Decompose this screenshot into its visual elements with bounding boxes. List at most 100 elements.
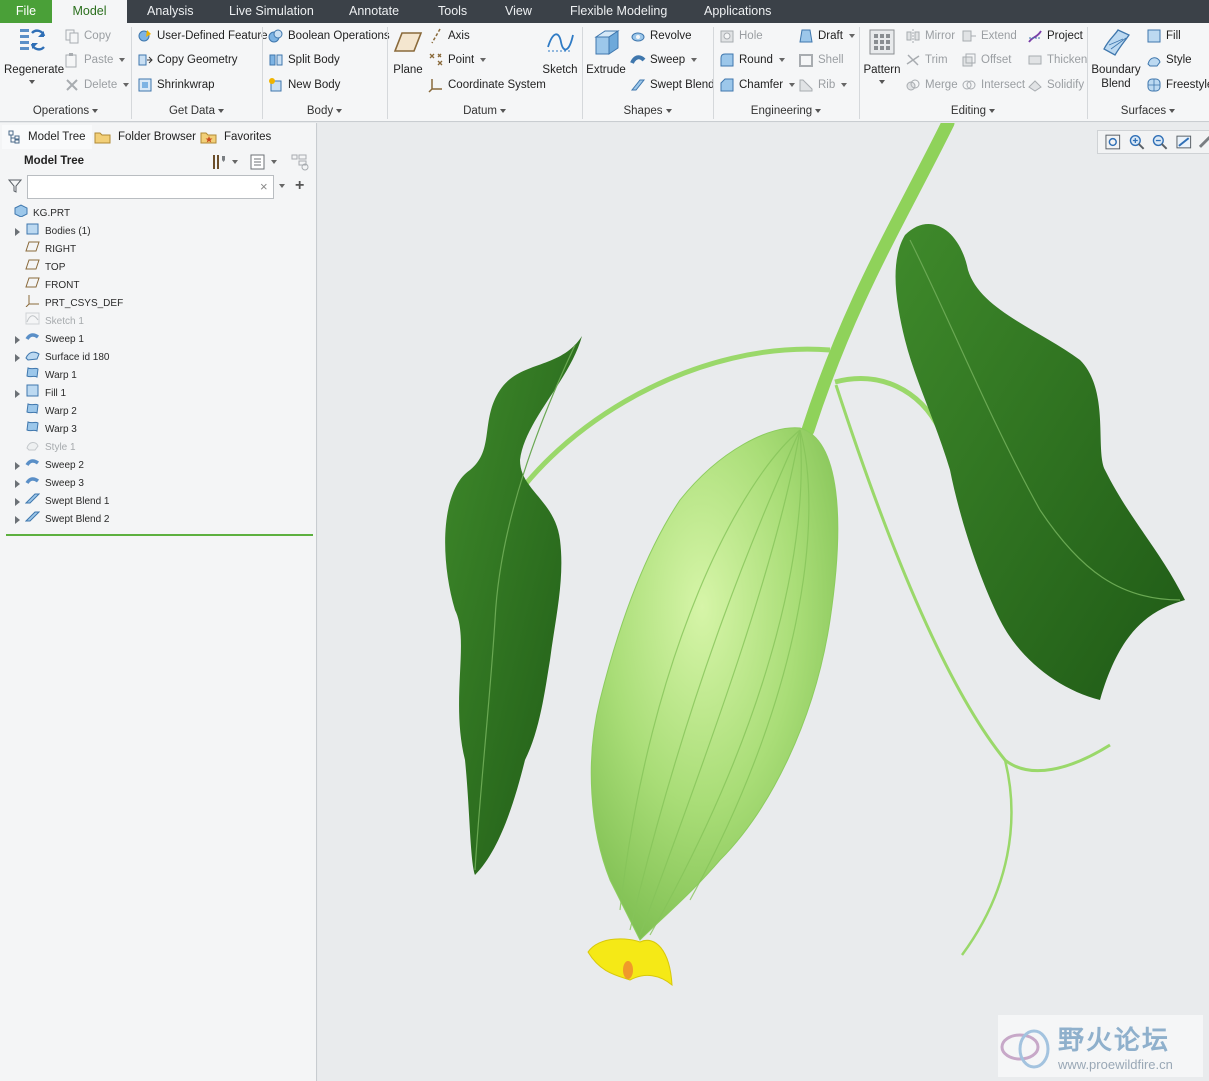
tab-model-tree[interactable]: Model Tree bbox=[2, 125, 92, 149]
freestyle-button[interactable]: Freestyle bbox=[1146, 75, 1209, 95]
expand-arrow-icon[interactable] bbox=[12, 336, 22, 344]
insert-here-marker[interactable] bbox=[6, 534, 313, 536]
menu-tab-tools[interactable]: Tools bbox=[428, 0, 477, 23]
project-button[interactable]: Project bbox=[1027, 26, 1083, 46]
tree-item[interactable]: FRONT bbox=[0, 277, 79, 295]
tree-item[interactable]: Sketch 1 bbox=[0, 312, 84, 331]
expand-arrow-icon[interactable] bbox=[12, 462, 22, 470]
copy-button[interactable]: Copy bbox=[64, 26, 111, 46]
group-label-body[interactable]: Body bbox=[262, 103, 387, 119]
tree-item[interactable]: Sweep 2 bbox=[0, 457, 84, 475]
tree-item[interactable]: Style 1 bbox=[0, 439, 76, 457]
add-filter-icon[interactable]: + bbox=[295, 177, 304, 195]
sweep-button[interactable]: Sweep bbox=[630, 50, 698, 70]
tree-item[interactable]: Sweep 3 bbox=[0, 475, 84, 493]
tree-item[interactable]: Bodies (1) bbox=[0, 223, 91, 241]
group-label-surfaces[interactable]: Surfaces bbox=[1087, 103, 1209, 119]
group-label-get-data[interactable]: Get Data bbox=[131, 103, 262, 119]
chevron-down-icon[interactable] bbox=[279, 184, 285, 188]
extrude-button[interactable]: Extrude bbox=[586, 27, 626, 76]
menu-tab-file[interactable]: File bbox=[0, 0, 52, 23]
tree-item[interactable]: KG.PRT bbox=[0, 204, 71, 223]
menu-tab-annotate[interactable]: Annotate bbox=[339, 0, 409, 23]
new-body-button[interactable]: New Body bbox=[268, 75, 340, 95]
tree-item[interactable]: Warp 1 bbox=[0, 367, 77, 385]
tree-item[interactable]: Warp 2 bbox=[0, 403, 77, 421]
tree-show-button[interactable] bbox=[249, 153, 277, 171]
group-label-editing[interactable]: Editing bbox=[859, 103, 1087, 119]
tree-item[interactable]: Fill 1 bbox=[0, 384, 66, 403]
point-button[interactable]: Point bbox=[428, 50, 487, 70]
round-button[interactable]: Round bbox=[719, 50, 785, 70]
tab-folder-browser[interactable]: Folder Browser bbox=[88, 125, 202, 149]
pattern-button[interactable]: Pattern bbox=[862, 27, 902, 84]
menu-tab-flexible-modeling[interactable]: Flexible Modeling bbox=[560, 0, 677, 23]
expand-arrow-icon[interactable] bbox=[12, 498, 22, 506]
expand-arrow-icon[interactable] bbox=[12, 228, 22, 236]
split-body-button[interactable]: Split Body bbox=[268, 50, 340, 70]
shrinkwrap-button[interactable]: Shrinkwrap bbox=[137, 75, 215, 95]
menu-tab-model[interactable]: Model bbox=[52, 0, 127, 23]
tree-item[interactable]: Surface id 180 bbox=[0, 349, 110, 367]
graphics-viewport[interactable]: 野火论坛 www.proewildfire.cn bbox=[318, 123, 1209, 1081]
tree-item[interactable]: Swept Blend 2 bbox=[0, 511, 110, 529]
delete-button[interactable]: Delete bbox=[64, 75, 130, 95]
group-label-datum[interactable]: Datum bbox=[387, 103, 582, 119]
menu-tab-live-simulation[interactable]: Live Simulation bbox=[219, 0, 324, 23]
swept-blend-button[interactable]: Swept Blend bbox=[630, 75, 715, 95]
tree-item[interactable]: PRT_CSYS_DEF bbox=[0, 295, 123, 313]
paste-button[interactable]: Paste bbox=[64, 50, 126, 70]
tree-settings-button[interactable] bbox=[210, 153, 238, 171]
expand-arrow-icon[interactable] bbox=[12, 354, 22, 362]
tree-columns-button[interactable] bbox=[290, 153, 310, 174]
tree-item[interactable]: Sweep 1 bbox=[0, 331, 84, 349]
axis-button[interactable]: Axis bbox=[428, 26, 470, 46]
group-label-shapes[interactable]: Shapes bbox=[582, 103, 713, 119]
boolean-operations-button[interactable]: Boolean Operations bbox=[268, 26, 390, 46]
fill-button[interactable]: Fill bbox=[1146, 26, 1181, 46]
expand-arrow-icon[interactable] bbox=[12, 516, 22, 524]
style-button[interactable]: Style bbox=[1146, 50, 1192, 70]
chamfer-button[interactable]: Chamfer bbox=[719, 75, 796, 95]
tab-favorites[interactable]: Favorites bbox=[194, 125, 277, 149]
tree-item[interactable]: Warp 3 bbox=[0, 421, 77, 439]
coordinate-system-button[interactable]: Coordinate System bbox=[428, 75, 546, 95]
copy-geometry-button[interactable]: Copy Geometry bbox=[137, 50, 238, 70]
watermark-url: www.proewildfire.cn bbox=[1058, 1057, 1173, 1072]
clear-search-icon[interactable]: × bbox=[260, 179, 268, 194]
filter-icon[interactable] bbox=[7, 179, 23, 196]
tree-item[interactable]: TOP bbox=[0, 259, 65, 277]
boundary-blend-button[interactable]: Boundary Blend bbox=[1091, 27, 1141, 90]
revolve-button[interactable]: Revolve bbox=[630, 26, 692, 46]
shell-button[interactable]: Shell bbox=[798, 50, 844, 70]
plane-button[interactable]: Plane bbox=[392, 27, 424, 76]
mirror-button[interactable]: Mirror bbox=[905, 26, 955, 46]
tree-item[interactable]: RIGHT bbox=[0, 241, 76, 259]
merge-button[interactable]: Merge bbox=[905, 75, 958, 95]
thicken-button[interactable]: Thicken bbox=[1027, 50, 1087, 70]
group-label-engineering[interactable]: Engineering bbox=[713, 103, 859, 119]
extend-button[interactable]: Extend bbox=[961, 26, 1017, 46]
group-label-operations[interactable]: Operations bbox=[0, 103, 131, 119]
draft-button[interactable]: Draft bbox=[798, 26, 855, 46]
sketch-button[interactable]: Sketch bbox=[542, 27, 578, 76]
solidify-button[interactable]: Solidify bbox=[1027, 75, 1084, 95]
tree-item[interactable]: Swept Blend 1 bbox=[0, 493, 110, 511]
tree-search-input[interactable] bbox=[27, 175, 274, 199]
tree-item-label: KG.PRT bbox=[33, 208, 71, 219]
offset-button[interactable]: Offset bbox=[961, 50, 1011, 70]
regenerate-button[interactable]: Regenerate bbox=[4, 27, 64, 84]
intersect-label: Intersect bbox=[981, 79, 1026, 91]
expand-arrow-icon[interactable] bbox=[12, 390, 22, 398]
expand-arrow-icon[interactable] bbox=[12, 480, 22, 488]
user-defined-feature-button[interactable]: User-Defined Feature bbox=[137, 26, 268, 46]
menu-tab-applications[interactable]: Applications bbox=[694, 0, 781, 23]
trim-button[interactable]: Trim bbox=[905, 50, 948, 70]
hole-button[interactable]: Hole bbox=[719, 26, 763, 46]
rib-button[interactable]: Rib bbox=[798, 75, 848, 95]
point-label: Point bbox=[448, 54, 475, 66]
intersect-button[interactable]: Intersect bbox=[961, 75, 1025, 95]
menu-tab-view[interactable]: View bbox=[495, 0, 542, 23]
menu-tab-analysis[interactable]: Analysis bbox=[137, 0, 204, 23]
boundary-blend-icon bbox=[1103, 29, 1130, 56]
